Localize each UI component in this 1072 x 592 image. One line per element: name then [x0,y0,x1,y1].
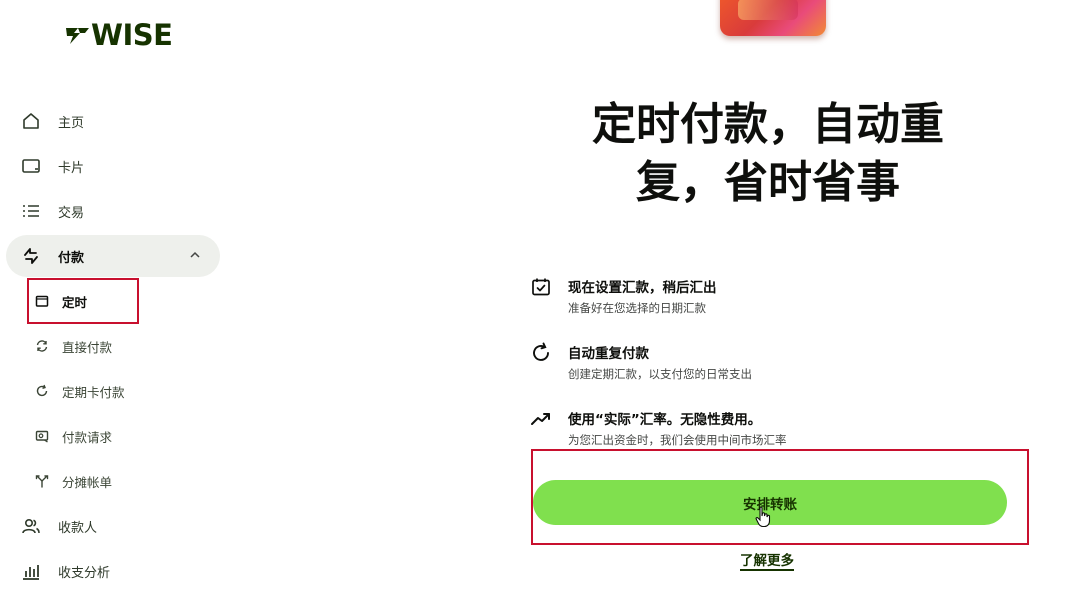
refresh-icon [34,383,50,399]
sidebar-subitem-payment-requests[interactable]: 付款请求 [28,415,112,457]
sidebar-item-label: 付款 [58,250,85,266]
wise-logo[interactable]: WISE [64,18,173,52]
feature-description: 为您汇出资金时，我们会使用中间市场汇率 [568,433,787,447]
sidebar-subitem-label: 付款请求 [62,429,113,445]
sidebar-subitem-split-bill[interactable]: 分摊帐单 [28,460,112,502]
sidebar-item-insights[interactable]: 收支分析 [6,550,220,592]
feature-title: 现在设置汇款，稍后汇出 [568,280,717,296]
page-title-line-2: 复，省时省事 [636,157,900,208]
page-title-line-1: 定时付款，自动重 [592,99,944,150]
card-illustration [720,0,826,36]
sidebar-subitem-label: 分摊帐单 [62,474,113,490]
home-icon [20,110,42,132]
sidebar-item-transactions[interactable]: 交易 [6,190,220,232]
card-icon [20,155,42,177]
sidebar-item-label: 交易 [58,205,85,221]
request-icon [34,428,50,444]
sidebar-subitem-recurring-card-payment[interactable]: 定期卡付款 [28,370,125,412]
sidebar-item-recipients[interactable]: 收款人 [6,505,220,547]
trend-up-icon [530,408,552,430]
sync-icon [34,338,50,354]
calendar-check-icon [530,276,552,298]
sidebar-subitem-direct-payment[interactable]: 直接付款 [28,325,112,367]
sidebar-subitem-label: 定期卡付款 [62,384,125,400]
sidebar-item-label: 收支分析 [58,565,111,581]
page-title: 定时付款，自动重 复，省时省事 [540,96,996,212]
recipients-icon [20,515,42,537]
transfer-arrows-icon [20,245,42,267]
sidebar-item-label: 卡片 [58,160,85,176]
highlight-box [27,278,139,324]
highlight-box [531,449,1029,545]
feature-description: 创建定期汇款，以支付您的日常支出 [568,367,752,381]
learn-more-link[interactable]: 了解更多 [740,549,794,569]
sidebar-item-label: 收款人 [58,520,98,536]
bar-chart-icon [20,560,42,582]
wise-flag-icon [66,28,89,44]
sidebar-item-cards[interactable]: 卡片 [6,145,220,187]
feature-title: 自动重复付款 [568,346,649,362]
page: WISE 主页 卡片 交易 付款 定时 直接付款 定期卡付款 付款请求 分摊帐单… [0,0,1072,592]
feature-description: 准备好在您选择的日期汇款 [568,301,706,315]
split-icon [34,473,50,489]
refresh-icon [530,342,552,364]
sidebar-item-payments[interactable]: 付款 [6,235,220,277]
sidebar-subitem-label: 直接付款 [62,339,113,355]
feature-title: 使用“实际”汇率。无隐性费用。 [568,412,762,428]
chevron-up-icon[interactable] [188,248,202,266]
hand-cursor-icon [755,506,773,532]
sidebar-item-home[interactable]: 主页 [6,100,220,142]
list-icon [20,200,42,222]
sidebar-item-label: 主页 [58,115,85,131]
logo-text: WISE [91,18,173,52]
